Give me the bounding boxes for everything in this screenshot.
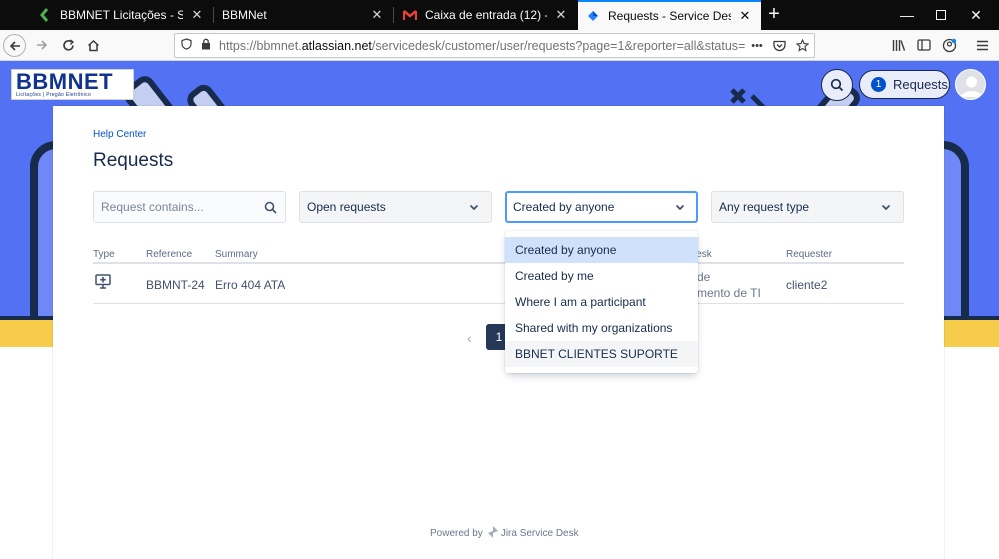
browser-tab-bbmnet-licitacoes[interactable]: BBMNET Licitações - Sistema d ✕ xyxy=(30,0,213,30)
close-window-icon[interactable]: ✕ xyxy=(953,0,999,30)
bbmnet-logo[interactable]: BBMNET Licitações | Pregão Eletrônico xyxy=(11,69,134,100)
browser-tab-gmail[interactable]: Caixa de entrada (12) - larissael ✕ xyxy=(395,0,577,30)
previous-page-icon[interactable]: ‹ xyxy=(467,330,472,346)
request-requester: cliente2 xyxy=(786,278,828,292)
url-text[interactable]: https://bbmnet.atlassian.net/servicedesk… xyxy=(219,39,746,53)
request-reference[interactable]: BBMNT-24 xyxy=(146,278,205,293)
search-icon xyxy=(830,78,844,92)
reporter-filter-dropdown-menu: Created by anyone Created by me Where I … xyxy=(505,231,698,373)
table-row-divider xyxy=(93,303,904,304)
status-filter-select[interactable]: Open requests xyxy=(299,191,492,223)
sidebar-toggle-icon[interactable] xyxy=(913,34,935,56)
tab-title: BBMNET Licitações - Sistema d xyxy=(60,8,183,22)
close-tab-icon[interactable]: ✕ xyxy=(369,7,385,23)
tab-title: Caixa de entrada (12) - larissael xyxy=(425,8,547,22)
new-tab-button[interactable]: + xyxy=(764,4,784,26)
reporter-filter-select[interactable]: Created by anyone xyxy=(505,191,698,223)
it-help-request-type-icon xyxy=(95,274,111,293)
jira-logo-icon xyxy=(487,526,498,541)
tab-title: BBMNet xyxy=(222,8,267,22)
jira-product-name: Jira Service Desk xyxy=(500,528,579,539)
search-placeholder: Request contains... xyxy=(101,200,204,214)
avatar[interactable] xyxy=(955,69,986,100)
column-header-type[interactable]: Type xyxy=(93,249,115,260)
close-tab-icon[interactable]: ✕ xyxy=(737,8,753,24)
tab-separator xyxy=(393,7,394,23)
header-search-button[interactable] xyxy=(821,69,853,101)
logo-text: BBMNET xyxy=(16,69,114,94)
requests-count-badge: 1 xyxy=(871,77,886,92)
library-icon[interactable] xyxy=(888,34,910,56)
requests-label: Requests xyxy=(893,77,948,92)
chevron-down-icon xyxy=(669,204,691,211)
url-domain: atlassian.net xyxy=(301,38,372,53)
column-header-requester[interactable]: Requester xyxy=(786,249,832,260)
jira-service-desk-favicon-icon xyxy=(586,9,600,23)
close-tab-icon[interactable]: ✕ xyxy=(553,7,569,23)
request-summary[interactable]: Erro 404 ATA xyxy=(215,278,285,293)
tracking-shield-icon[interactable] xyxy=(181,38,192,53)
header-requests-button[interactable]: 1 Requests xyxy=(859,70,950,99)
powered-by-footer[interactable]: Powered by Jira Service Desk xyxy=(430,526,579,541)
dropdown-option-participant[interactable]: Where I am a participant xyxy=(505,289,698,315)
tab-title: Requests - Service Desk xyxy=(608,9,731,23)
chevron-down-icon xyxy=(463,204,485,211)
back-arrow-icon[interactable] xyxy=(3,34,26,57)
browser-tab-strip: BBMNET Licitações - Sistema d ✕ BBMNet ✕… xyxy=(0,0,999,30)
page-actions-menu-icon[interactable]: ••• xyxy=(746,40,768,52)
dropdown-option-created-by-me[interactable]: Created by me xyxy=(505,263,698,289)
browser-tab-requests-service-desk[interactable]: Requests - Service Desk ✕ xyxy=(578,0,761,30)
request-desk-line2: mento de TI xyxy=(697,286,761,300)
bookmark-star-icon[interactable] xyxy=(790,39,814,52)
request-type-filter-select[interactable]: Any request type xyxy=(711,191,904,223)
bbmnet-favicon-icon xyxy=(38,8,52,22)
table-header-divider xyxy=(93,262,904,264)
url-path: /servicedesk/customer/user/requests?page… xyxy=(371,38,746,53)
hamburger-menu-icon[interactable] xyxy=(971,34,993,56)
close-tab-icon[interactable]: ✕ xyxy=(189,7,205,23)
status-filter-value: Open requests xyxy=(307,200,386,214)
reporter-filter-value: Created by anyone xyxy=(513,200,615,214)
column-header-summary[interactable]: Summary xyxy=(215,249,258,260)
chevron-down-icon xyxy=(875,204,897,211)
url-prefix: https://bbmnet. xyxy=(219,38,302,53)
column-header-reference[interactable]: Reference xyxy=(146,249,192,260)
search-input[interactable]: Request contains... xyxy=(93,191,286,223)
requests-card: Help Center Requests Request contains...… xyxy=(53,106,944,559)
address-bar[interactable]: https://bbmnet.atlassian.net/servicedesk… xyxy=(174,33,815,58)
request-desk-line1: de xyxy=(697,270,711,284)
gmail-icon xyxy=(403,8,417,22)
account-icon[interactable] xyxy=(938,34,960,56)
powered-by-label: Powered by xyxy=(430,528,483,539)
reload-icon[interactable] xyxy=(57,34,79,56)
dropdown-option-created-by-anyone[interactable]: Created by anyone xyxy=(505,237,698,263)
pocket-icon[interactable] xyxy=(768,40,790,52)
page-title: Requests xyxy=(93,150,174,171)
browser-tab-bbmnet[interactable]: BBMNet ✕ xyxy=(214,0,393,30)
dropdown-option-shared-with-organizations[interactable]: Shared with my organizations xyxy=(505,315,698,341)
home-icon[interactable] xyxy=(82,34,104,56)
request-type-filter-value: Any request type xyxy=(719,200,810,214)
browser-nav-bar: https://bbmnet.atlassian.net/servicedesk… xyxy=(0,30,999,61)
search-icon[interactable] xyxy=(259,201,281,214)
dropdown-option-bbnet-clientes-suporte[interactable]: BBNET CLIENTES SUPORTE xyxy=(505,341,698,367)
forward-arrow-icon[interactable] xyxy=(31,34,53,56)
lock-icon[interactable] xyxy=(201,38,211,53)
breadcrumb[interactable]: Help Center xyxy=(93,129,146,140)
